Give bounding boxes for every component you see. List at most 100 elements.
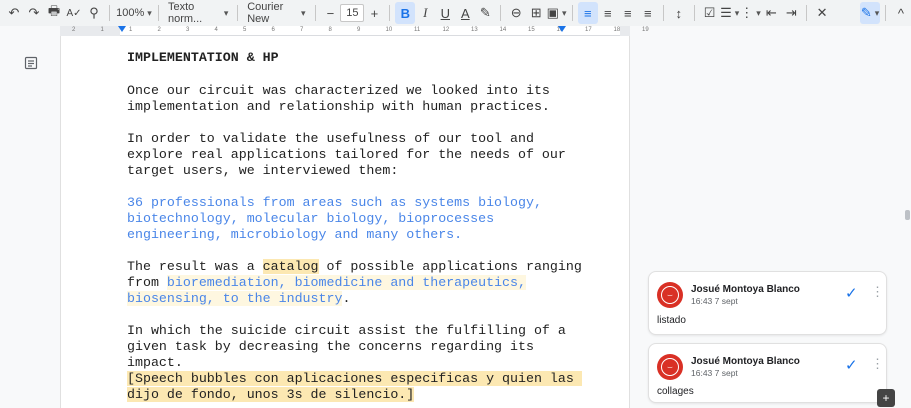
link-icon[interactable]: ⊖ xyxy=(506,2,526,24)
insert-image-icon[interactable]: ▣ xyxy=(546,2,567,24)
ruler-tick-label: 10 xyxy=(385,27,393,33)
ruler-tick-label: 3 xyxy=(186,27,190,33)
toolbar-separator xyxy=(693,5,695,21)
collapse-toolbar-icon[interactable]: ^ xyxy=(891,2,911,24)
paint-format-icon[interactable]: ⚲ xyxy=(84,2,104,24)
document-outline-icon[interactable] xyxy=(22,54,40,72)
comment-author: Josué Montoya Blanco xyxy=(691,356,800,367)
document-body[interactable]: IMPLEMENTATION & HP Once our circuit was… xyxy=(127,50,587,403)
toolbar-separator xyxy=(109,5,110,21)
numbered-list-icon[interactable]: ⋮ xyxy=(740,2,761,24)
paragraph-intro: Once our circuit was characterized we lo… xyxy=(127,83,558,114)
ruler-tick-label: 1 xyxy=(100,27,104,33)
comment-time: 16:43 7 sept xyxy=(691,296,738,306)
catalog-highlight[interactable]: catalog xyxy=(262,259,319,274)
redo-icon[interactable]: ↷ xyxy=(24,2,44,24)
comment-text: collages xyxy=(657,386,694,397)
result-text-end: . xyxy=(342,291,351,306)
ruler-tick-label: 14 xyxy=(499,27,507,33)
add-comment-icon[interactable]: ⊞ xyxy=(526,2,546,24)
toolbar-separator xyxy=(662,5,664,21)
highlight-icon[interactable]: ✎ xyxy=(475,2,495,24)
ruler-tick-label: 15 xyxy=(528,27,535,33)
smiley-icon: ⌣ xyxy=(661,286,679,304)
comment-author: Josué Montoya Blanco xyxy=(691,284,800,295)
resolve-check-icon[interactable]: ✓ xyxy=(845,284,858,302)
comment-card[interactable]: ⌣ Josué Montoya Blanco 16:43 7 sept ✓ ⋮ … xyxy=(648,271,887,335)
right-indent-marker[interactable] xyxy=(558,26,566,32)
line-spacing-icon[interactable]: ↕ xyxy=(669,2,689,24)
ruler-tick-label: 7 xyxy=(300,27,304,33)
ruler-right-margin xyxy=(620,26,630,36)
justify-icon[interactable]: ≡ xyxy=(638,2,658,24)
ruler-left-margin xyxy=(60,26,120,36)
ruler-tick-label: 13 xyxy=(471,27,478,33)
clear-formatting-icon[interactable]: ✕ xyxy=(812,2,832,24)
undo-icon[interactable]: ↶ xyxy=(4,2,24,24)
font-size-input[interactable]: 15 xyxy=(340,4,365,22)
resolve-check-icon[interactable]: ✓ xyxy=(845,356,858,374)
ruler-tick-label: 8 xyxy=(328,27,332,33)
checklist-icon[interactable]: ☑ xyxy=(700,2,720,24)
comment-time: 16:43 7 sept xyxy=(691,368,738,378)
paragraph-result: The result was a catalog of possible app… xyxy=(127,259,587,307)
align-left-icon[interactable]: ≡ xyxy=(577,2,598,24)
toolbar-separator xyxy=(314,5,316,21)
document-page[interactable]: IMPLEMENTATION & HP Once our circuit was… xyxy=(60,36,630,408)
font-size-decrease-button[interactable]: − xyxy=(320,2,340,24)
toolbar-separator xyxy=(806,5,808,21)
toolbar-separator xyxy=(500,5,502,21)
applications-highlight[interactable]: bioremediation, biomedicine and therapeu… xyxy=(127,275,526,306)
toolbar-separator xyxy=(885,5,886,21)
bulleted-list-icon[interactable]: ☰ xyxy=(720,2,740,24)
align-right-icon[interactable]: ≡ xyxy=(618,2,638,24)
ruler[interactable]: 2 1 1 2 3 4 5 6 7 8 9 10 11 12 13 14 15 16 17 18 19 xyxy=(60,26,649,36)
ruler-tick-label: 19 xyxy=(642,27,649,33)
more-options-icon[interactable]: ⋮ xyxy=(871,356,884,372)
underline-button[interactable]: U xyxy=(435,2,455,24)
avatar: ⌣ xyxy=(657,354,683,380)
suicide-circuit-text: In which the suicide circuit assist the … xyxy=(127,323,574,370)
print-icon[interactable]: 🖶 xyxy=(44,2,64,24)
paragraph-validation: In order to validate the usefulness of o… xyxy=(127,131,574,178)
section-heading: IMPLEMENTATION & HP xyxy=(127,50,279,65)
speech-bubbles-note[interactable]: [Speech bubbles con aplicaciones especif… xyxy=(127,371,582,402)
ruler-tick-label: 2 xyxy=(72,27,76,33)
comment-card[interactable]: ⌣ Josué Montoya Blanco 16:43 7 sept ✓ ⋮ … xyxy=(648,343,887,403)
comment-text: listado xyxy=(657,315,686,326)
left-indent-marker[interactable] xyxy=(118,26,126,32)
toolbar-separator xyxy=(572,5,573,21)
more-options-icon[interactable]: ⋮ xyxy=(871,284,884,300)
ruler-tick-label: 18 xyxy=(613,27,621,33)
smiley-icon: ⌣ xyxy=(661,358,679,376)
avatar: ⌣ xyxy=(657,282,683,308)
increase-indent-icon[interactable]: ⇥ xyxy=(781,2,801,24)
ruler-tick-label: 1 xyxy=(129,27,133,33)
text-color-button[interactable]: A xyxy=(455,2,475,24)
italic-button[interactable]: I xyxy=(415,2,435,24)
ruler-tick-label: 9 xyxy=(357,27,361,33)
paragraph-suicide-circuit: In which the suicide circuit assist the … xyxy=(127,323,587,403)
zoom-select[interactable]: 100% xyxy=(115,2,153,24)
ruler-tick-label: 12 xyxy=(442,27,450,33)
toolbar-separator xyxy=(389,5,391,21)
align-center-icon[interactable]: ≡ xyxy=(598,2,618,24)
ruler-tick-label: 2 xyxy=(157,27,161,33)
ruler-tick-label: 17 xyxy=(585,27,592,33)
toolbar-separator xyxy=(237,5,239,21)
style-select[interactable]: Texto norm... xyxy=(164,1,232,25)
ruler-tick-label: 11 xyxy=(414,27,421,33)
editing-mode-icon[interactable]: ✎ xyxy=(860,2,881,24)
ruler-tick-label: 5 xyxy=(243,27,247,33)
ruler-tick-label: 6 xyxy=(271,27,275,33)
toolbar-separator xyxy=(158,5,159,21)
scrollbar-thumb[interactable] xyxy=(905,210,910,220)
toolbar: ↶ ↷ 🖶 A✓ ⚲ 100% Texto norm... Courier Ne… xyxy=(0,0,911,26)
font-select[interactable]: Courier New xyxy=(243,1,309,25)
decrease-indent-icon[interactable]: ⇤ xyxy=(761,2,781,24)
spellcheck-icon[interactable]: A✓ xyxy=(64,2,84,24)
bold-button[interactable]: B xyxy=(395,2,416,24)
add-comment-icon[interactable]: + xyxy=(877,389,895,407)
ruler-tick-label: 4 xyxy=(214,27,218,33)
font-size-increase-button[interactable]: + xyxy=(364,2,384,24)
